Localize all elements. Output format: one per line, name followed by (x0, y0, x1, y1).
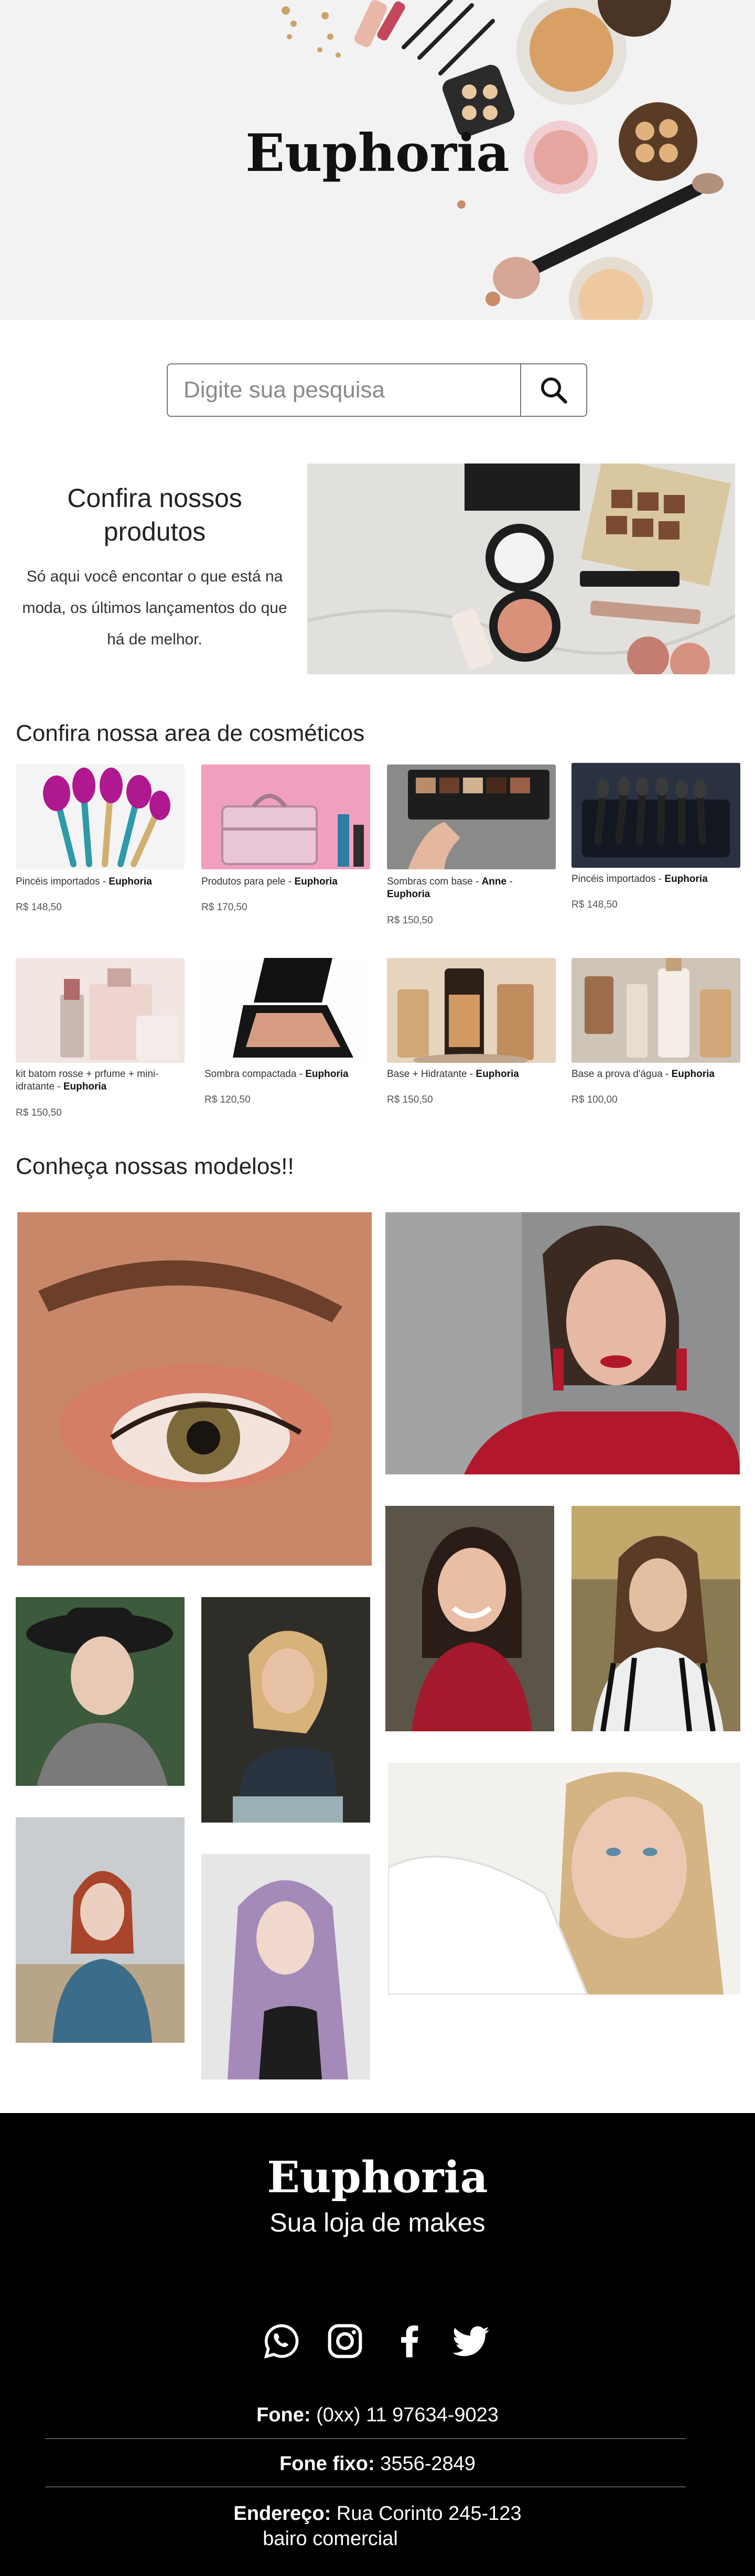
instagram-link[interactable] (324, 2320, 366, 2362)
product-name-4[interactable]: Pincéis importados - Euphoria (571, 873, 740, 886)
product-price-3: R$ 150,50 (387, 915, 433, 926)
product-name-8[interactable]: Base a prova d'água - Euphoria (571, 1068, 740, 1081)
product-image[interactable] (571, 763, 740, 868)
product-name-1[interactable]: Pincéis importados - Euphoria (16, 876, 185, 888)
product-price-7: R$ 150,50 (387, 1094, 433, 1105)
products-section-title: Confira nossa area de cosméticos (16, 720, 365, 746)
footer-divider (45, 2486, 686, 2487)
model-photo-hat (16, 1597, 185, 1786)
model-photo-striped (571, 1506, 740, 1731)
product-image[interactable] (387, 764, 556, 869)
compact-powder-illustration (201, 958, 370, 1063)
twitter-link[interactable] (450, 2320, 492, 2362)
lipstick-perfume-illustration (16, 958, 185, 1063)
product-name-7[interactable]: Base + Hidratante - Euphoria (387, 1068, 556, 1081)
model-photo-blonde-sitting (201, 1597, 370, 1823)
product-name-2[interactable]: Produtos para pele - Euphoria (201, 876, 370, 888)
search-icon (541, 378, 567, 404)
brush-set-illustration (571, 763, 740, 868)
footer-address: Endereço: Rua Corinto 245-123 bairo comer… (233, 2503, 522, 2550)
models-section-title: Conheça nossas modelos!! (16, 1154, 294, 1179)
hero-brand-title: Euphoria (245, 123, 510, 184)
product-image[interactable] (387, 958, 556, 1063)
model-photo-red-lips (385, 1212, 740, 1474)
promo-text: Só aqui você encontar o que está na moda… (22, 568, 287, 648)
model-photo-smiling (385, 1506, 554, 1731)
hero-banner: Euphoria (0, 0, 755, 320)
product-price-4: R$ 148,50 (571, 899, 618, 910)
search-input[interactable] (168, 364, 520, 416)
footer-subtitle: Sua loja de makes (269, 2208, 486, 2237)
search-bar (167, 363, 587, 417)
model-photo-eye (17, 1212, 372, 1566)
product-image[interactable] (571, 958, 740, 1063)
promo-title: Confira nossos produtos (67, 483, 242, 546)
whatsapp-link[interactable] (261, 2320, 303, 2362)
product-name-3[interactable]: Sombras com base - Anne - Euphoria (387, 876, 556, 901)
product-price-5: R$ 150,50 (16, 1107, 62, 1118)
footer: Euphoria Sua loja de makes Fone: (0xx) 1… (0, 2113, 755, 2576)
footer-landline: Fone fixo: 3556-2849 (279, 2453, 476, 2475)
product-price-8: R$ 100,00 (571, 1094, 618, 1105)
product-name-5[interactable]: kit batom rosse + prfume + mini-idratant… (16, 1068, 185, 1093)
footer-phone: Fone: (0xx) 11 97634-9023 (256, 2404, 499, 2426)
waterproof-base-illustration (571, 958, 740, 1063)
product-price-1: R$ 148,50 (16, 902, 62, 913)
eyeshadow-palette-illustration (387, 764, 556, 869)
product-name-6[interactable]: Sombra compactada - Euphoria (204, 1068, 373, 1081)
promo-image (307, 464, 735, 674)
model-photo-sweater (388, 1763, 740, 1995)
makeup-case-illustration (201, 764, 370, 869)
whatsapp-icon (264, 2324, 299, 2359)
product-image[interactable] (16, 958, 185, 1063)
product-price-2: R$ 170,50 (201, 902, 247, 913)
facebook-icon (401, 2325, 418, 2357)
promo-cosmetics-illustration (307, 464, 735, 674)
product-image[interactable] (201, 764, 370, 869)
product-image[interactable] (16, 764, 185, 869)
model-photo-lavender-hair (201, 1854, 370, 2079)
foundation-bottles-illustration (387, 958, 556, 1063)
footer-divider (45, 2438, 686, 2439)
instagram-icon (328, 2324, 362, 2358)
facebook-link[interactable] (389, 2320, 431, 2362)
footer-brand: Euphoria (267, 2152, 488, 2203)
search-button[interactable] (520, 364, 586, 416)
brushes-illustration (16, 764, 185, 869)
product-price-6: R$ 120,50 (204, 1094, 251, 1105)
model-photo-redhead (16, 1817, 185, 2043)
product-image[interactable] (201, 958, 370, 1063)
twitter-icon (452, 2326, 489, 2356)
